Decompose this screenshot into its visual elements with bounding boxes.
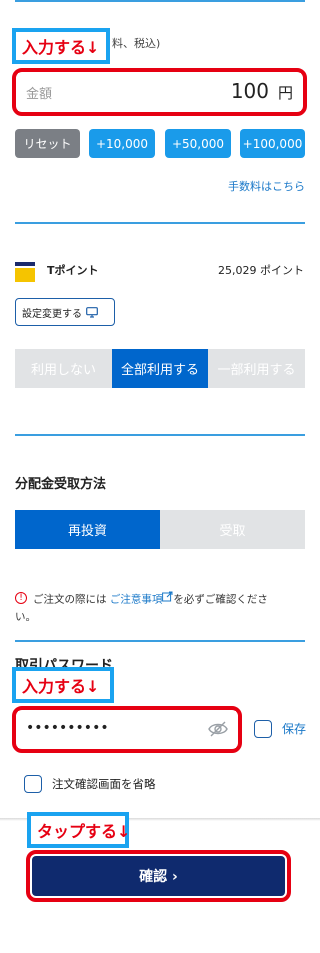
external-link-icon: [162, 591, 173, 608]
settings-change-button[interactable]: 設定変更する: [15, 298, 115, 326]
section-divider: [15, 640, 305, 642]
section-divider: [15, 0, 305, 2]
notice-prefix: ご注文の際には: [33, 593, 107, 606]
tpoint-logo: [15, 262, 35, 282]
monitor-icon: [86, 303, 98, 322]
skip-confirm-label: 注文確認画面を省略: [52, 777, 156, 791]
tpoint-balance: 25,029 ポイント: [218, 264, 304, 277]
skip-confirm-checkbox[interactable]: [24, 775, 42, 793]
distribution-option-receive[interactable]: 受取: [160, 510, 305, 549]
section-divider: [15, 434, 305, 436]
annotation-input-callout: 入力する↓: [12, 667, 114, 703]
tpoint-option-partial[interactable]: 一部利用する: [208, 349, 305, 388]
distribution-option-reinvest[interactable]: 再投資: [15, 510, 160, 549]
section-divider: [15, 222, 305, 224]
amount-placeholder: 金額: [26, 87, 53, 102]
amount-note: 料、税込): [112, 37, 161, 50]
annotation-input-callout: 入力する↓: [12, 28, 110, 64]
save-password-label: 保存: [282, 722, 307, 736]
reset-button[interactable]: リセット: [15, 129, 80, 158]
currency-unit: 円: [277, 84, 293, 102]
notice-link[interactable]: ご注意事項: [110, 594, 163, 606]
add-10000-button[interactable]: +10,000: [89, 129, 155, 158]
distribution-title: 分配金受取方法: [15, 477, 107, 492]
fee-link[interactable]: 手数料はこちら: [228, 178, 305, 194]
password-input[interactable]: ••••••••••: [18, 711, 236, 748]
notice-suffix: を必ずご確認くださ: [173, 593, 268, 606]
confirm-button[interactable]: 確認 ›: [32, 856, 285, 896]
password-value: ••••••••••: [26, 720, 109, 736]
notice-icon: !: [15, 592, 27, 604]
notice-text: ご注文の際には ご注意事項 を必ずご確認くださ: [33, 591, 308, 609]
save-password-checkbox[interactable]: [254, 720, 272, 738]
tpoint-label: Tポイント: [47, 264, 99, 277]
tpoint-option-all[interactable]: 全部利用する: [112, 349, 208, 388]
add-50000-button[interactable]: +50,000: [165, 129, 231, 158]
notice-suffix-line2: い。: [15, 611, 36, 623]
eye-off-icon[interactable]: [208, 720, 228, 742]
amount-input[interactable]: 金額 100 円: [18, 73, 301, 111]
add-100000-button[interactable]: +100,000: [240, 129, 305, 158]
amount-value: 100: [230, 79, 269, 103]
settings-change-label: 設定変更する: [22, 308, 82, 320]
tpoint-option-none[interactable]: 利用しない: [15, 349, 112, 388]
annotation-tap-callout: タップする↓: [27, 812, 130, 848]
